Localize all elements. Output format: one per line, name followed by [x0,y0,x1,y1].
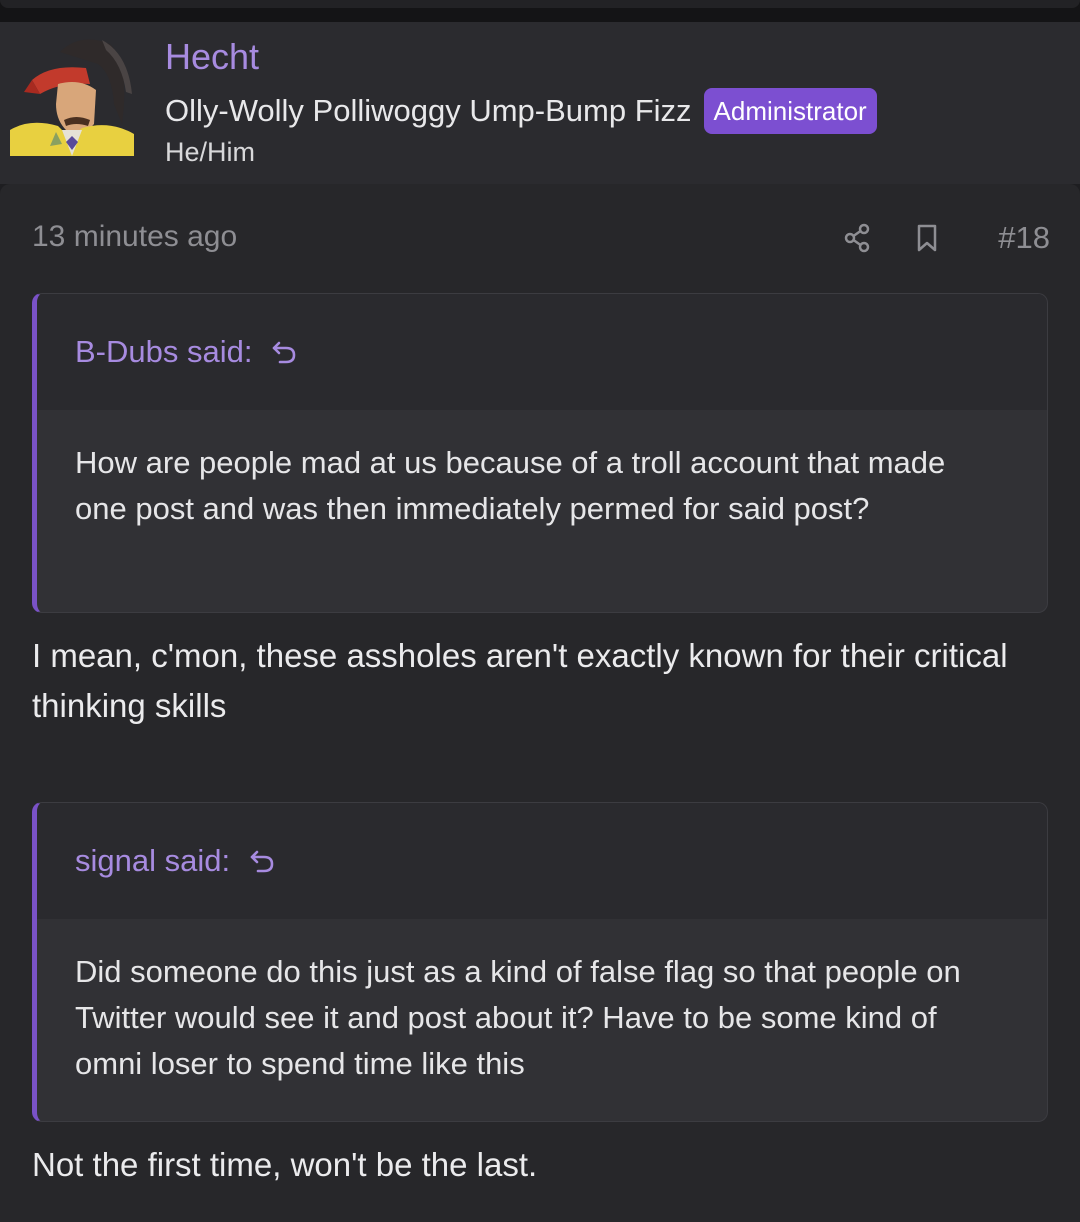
reply-text: Not the first time, won't be the last. [32,1146,538,1183]
post-actions: #18 [842,220,1050,256]
reply-text: I mean, c'mon, these assholes aren't exa… [32,637,1008,724]
quote-attribution[interactable]: signal said: [37,803,1047,919]
quote-attribution[interactable]: B-Dubs said: [37,294,1047,410]
share-icon[interactable] [842,223,872,253]
top-strip [0,0,1080,22]
post-number[interactable]: #18 [998,220,1050,256]
previous-post-edge [0,0,1080,8]
bookmark-icon[interactable] [912,223,942,253]
quote-block: B-Dubs said: How are people mad at us be… [32,293,1048,613]
pronouns: He/Him [165,137,256,167]
quote-block: signal said: Did someone do this just as… [32,802,1048,1122]
quote-text: How are people mad at us because of a tr… [75,445,946,526]
username[interactable]: Hecht [165,36,259,78]
administrator-badge: Administrator [703,88,877,134]
user-header: Hecht Olly-Wolly Polliwoggy Ump-Bump Fiz… [0,22,1080,184]
user-title-text: Olly-Wolly Polliwoggy Ump-Bump Fizz [165,93,692,128]
avatar[interactable] [10,34,134,156]
quote-author[interactable]: signal said: [75,843,230,879]
user-title: Olly-Wolly Polliwoggy Ump-Bump Fizz Admi… [165,88,877,134]
post-timestamp[interactable]: 13 minutes ago [32,220,237,254]
post: 13 minutes ago #18 B-Dubs said: How are … [0,184,1080,1222]
quote-author[interactable]: B-Dubs said: [75,334,252,370]
quote-text: Did someone do this just as a kind of fa… [75,954,961,1081]
jump-to-quote-icon[interactable] [248,847,276,875]
jump-to-quote-icon[interactable] [270,338,298,366]
